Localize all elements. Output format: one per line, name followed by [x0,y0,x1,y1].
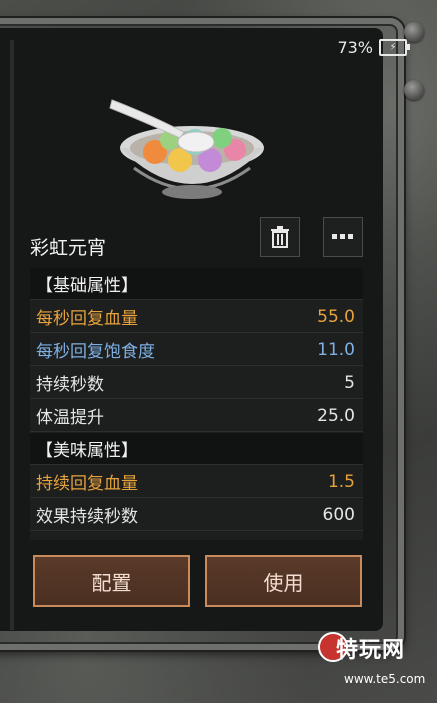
watermark-url: www.te5.com [344,672,426,686]
attribute-value: 600 [322,504,355,525]
battery-charging-icon: ⚡ [379,39,410,56]
attribute-label: 效果持续秒数 [36,507,138,527]
ellipsis-icon [332,234,353,239]
attribute-value: 1.5 [327,471,355,492]
trash-icon [271,226,289,248]
attribute-value: 55.0 [317,306,355,327]
attribute-label: 每秒回复血量 [36,309,138,329]
config-button[interactable]: 配置 [33,555,190,607]
site-watermark: 特玩网 www.te5.com [318,628,436,698]
attribute-row: 持续回复血量 1.5 [30,466,363,498]
left-panel-edge [10,40,14,630]
status-bar: 73% ⚡ [337,38,410,57]
attribute-value: 5 [344,372,355,393]
attribute-label: 持续回复血量 [36,474,138,494]
more-options-button[interactable] [323,217,363,257]
attribute-panel: 【基础属性】 每秒回复血量 55.0 每秒回复饱食度 11.0 持续秒数 5 体… [30,268,363,540]
attribute-row: 持续秒数 5 [30,367,363,399]
attribute-row: 效果持续秒数 600 [30,499,363,531]
attribute-value: 11.0 [317,339,355,360]
rivet-top [404,22,424,42]
section-base-title: 【基础属性】 [36,276,138,296]
attribute-label: 体温提升 [36,408,104,428]
attribute-label: 持续秒数 [36,375,104,395]
delete-button[interactable] [260,217,300,257]
section-taste-header: 【美味属性】 [30,433,363,465]
battery-percent: 73% [337,38,373,57]
use-button[interactable]: 使用 [205,555,362,607]
rainbow-yuanxiao-bowl-icon [100,90,290,210]
section-taste-title: 【美味属性】 [36,441,138,461]
attribute-row: 体温提升 25.0 [30,400,363,432]
attribute-row: 每秒回复饱食度 11.0 [30,334,363,366]
attribute-label: 每秒回复饱食度 [36,342,155,362]
section-base-header: 【基础属性】 [30,268,363,300]
attribute-row: 每秒回复血量 55.0 [30,301,363,333]
attribute-value: 25.0 [317,405,355,426]
rivet-right [404,80,424,100]
item-name: 彩虹元宵 [30,237,107,259]
watermark-title: 特玩网 [336,638,406,663]
